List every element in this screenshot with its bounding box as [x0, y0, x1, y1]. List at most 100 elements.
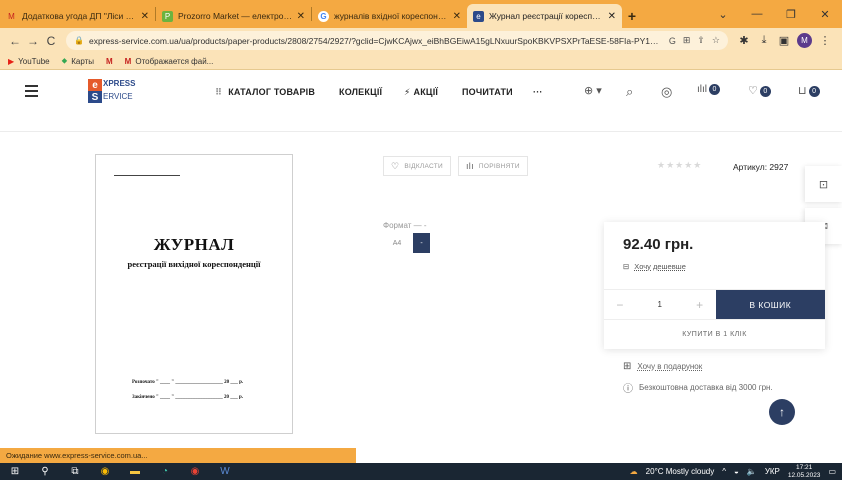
add-to-cart-button[interactable]: В КОШИК — [715, 290, 825, 319]
bookmark-label: YouTube — [18, 56, 50, 66]
close-icon[interactable]: ✕ — [453, 11, 461, 22]
url-input[interactable]: 🔒 express-service.com.ua/ua/products/pap… — [66, 31, 728, 50]
file-explorer-icon[interactable]: ▬ — [120, 463, 150, 480]
heart-icon: ♡ — [391, 160, 400, 171]
bookmark-youtube[interactable]: ▶ YouTube — [8, 57, 50, 66]
gmail-icon: M — [106, 56, 113, 66]
info-icon: ⓘ — [623, 384, 633, 395]
rating-stars[interactable]: ★★★★★ — [657, 160, 702, 171]
bookmark-gmail-file[interactable]: M Отображается фай... — [125, 57, 214, 66]
nav-catalog[interactable]: ⠿ КАТАЛОГ ТОВАРІВ — [215, 87, 315, 98]
clock[interactable]: 17:21 12.05.2023 — [788, 464, 821, 480]
nav-promo[interactable]: ⚡ АКЦІЇ — [404, 87, 438, 98]
bookmark-star-icon[interactable]: ☆ — [712, 35, 720, 46]
minimize-icon[interactable]: — — [740, 8, 774, 20]
format-option-selected[interactable]: - — [413, 233, 430, 253]
quantity-decrease-button[interactable]: − — [604, 290, 636, 319]
youtube-icon: ▶ — [8, 56, 15, 66]
translate-icon[interactable]: ⊞ — [683, 35, 691, 46]
back-icon[interactable]: ← — [6, 34, 24, 48]
browser-tab-3[interactable]: G журналів вхідної кореспонден ✕ — [312, 4, 467, 28]
cover-started-line: Розпочато " ____ " ___________________ 2… — [132, 380, 244, 385]
gift-link[interactable]: ⊞ Хочу в подарунок — [623, 361, 702, 372]
wishlist-icon[interactable]: ♡ 0 — [748, 84, 771, 97]
clock-time: 17:21 — [796, 463, 813, 471]
want-cheaper-link[interactable]: ⊟ Хочу дешевше — [623, 262, 686, 271]
window-close-icon[interactable]: ✕ — [808, 8, 842, 21]
edge-icon[interactable]: ◔ — [150, 463, 180, 480]
tab-title: Додаткова угода ДП "Ліси Укр — [22, 11, 137, 21]
hamburger-menu-icon[interactable] — [25, 85, 38, 100]
nav-catalog-label: КАТАЛОГ ТОВАРІВ — [228, 87, 316, 97]
extensions-icon[interactable]: ✱ — [734, 34, 754, 47]
window-controls: ⌄ — ❐ ✕ — [706, 0, 842, 28]
gmail-icon: M — [8, 11, 15, 21]
bookmark-gmail[interactable]: M — [106, 57, 113, 66]
cover-top-line — [114, 175, 180, 176]
browser-status-bar: Ожидание www.express-service.com.ua... — [0, 448, 356, 463]
word-icon[interactable]: W — [210, 463, 240, 480]
cart-icon[interactable]: ⊔ 0 — [798, 84, 820, 97]
close-icon[interactable]: ✕ — [141, 11, 149, 22]
globe-icon[interactable]: ⊕ ▾ — [584, 84, 602, 97]
buy-one-click-button[interactable]: КУПИТИ В 1 КЛІК — [604, 319, 825, 349]
google-lens-icon[interactable]: G — [669, 36, 676, 46]
weather-icon[interactable]: ☁ — [630, 467, 638, 476]
kebab-menu-icon[interactable]: ⋮ — [815, 34, 835, 47]
bookmark-maps[interactable]: ⬥ Карты — [62, 56, 94, 66]
nav-read[interactable]: ПОЧИТАТИ — [462, 87, 513, 97]
network-icon[interactable]: ◒ — [734, 467, 739, 476]
chat-icon[interactable]: ⊡ — [805, 166, 842, 202]
search-icon[interactable]: ⌕ — [626, 84, 633, 100]
share-icon[interactable]: ⇪ — [697, 35, 705, 46]
tray-chevron-icon[interactable]: ^ — [722, 467, 726, 476]
browser-tab-1[interactable]: M Додаткова угода ДП "Ліси Укр ✕ — [0, 4, 155, 28]
express-icon: e — [473, 10, 484, 22]
download-icon[interactable]: ⤓ — [754, 34, 774, 47]
profile-avatar[interactable]: M — [797, 33, 812, 48]
quantity-row: − 1 + В КОШИК — [604, 289, 825, 319]
browser-tab-4[interactable]: e Журнал реєстрації кореспонде ✕ — [467, 4, 622, 28]
tab-strip: M Додаткова угода ДП "Ліси Укр ✕ P Prozo… — [0, 0, 842, 28]
notifications-icon[interactable]: ▭ — [828, 467, 836, 476]
buy-box: 92.40 грн. ⊟ Хочу дешевше − 1 + В КОШИК К… — [604, 222, 825, 349]
postpone-button[interactable]: ♡ ВІДКЛАСТИ — [383, 156, 451, 176]
tab-title: Prozorro Market — електронни — [178, 11, 293, 21]
sidepanel-icon[interactable]: ▣ — [774, 34, 794, 47]
prozorro-icon: P — [162, 10, 173, 22]
wishlist-badge: 0 — [759, 85, 771, 97]
forward-icon[interactable]: → — [24, 34, 42, 48]
browser-tab-2[interactable]: P Prozorro Market — електронни ✕ — [156, 4, 311, 28]
user-icon[interactable]: ◎ — [661, 84, 672, 100]
product-image[interactable]: ЖУРНАЛ реєстрації вихідної кореспонденці… — [95, 154, 293, 434]
grid-icon: ⠿ — [215, 87, 223, 97]
restore-icon[interactable]: ❐ — [774, 8, 808, 21]
scroll-to-top-button[interactable]: ↑ — [769, 399, 795, 425]
site-logo[interactable]: e S XPRESS ERVICE — [88, 79, 158, 105]
compare-icon[interactable]: ılıl 0 — [697, 84, 720, 95]
close-icon[interactable]: ✕ — [297, 11, 305, 22]
volume-icon[interactable]: 🔈 — [747, 467, 757, 476]
quantity-increase-button[interactable]: + — [684, 290, 716, 319]
nav-collections[interactable]: КОЛЕКЦІЇ — [339, 87, 382, 97]
language-indicator[interactable]: УКР — [765, 467, 780, 476]
tab-search-icon[interactable]: ⌄ — [706, 8, 740, 21]
chrome-icon[interactable]: ◉ — [180, 463, 210, 480]
nav-more[interactable]: ··· — [533, 87, 543, 97]
lock-icon[interactable]: 🔒 — [74, 36, 84, 45]
tag-icon: ⊟ — [623, 262, 630, 271]
search-icon[interactable]: ⚲ — [30, 463, 60, 480]
gift-label: Хочу в подарунок — [637, 362, 703, 371]
task-view-icon[interactable]: ⧉ — [60, 463, 90, 480]
weather-text[interactable]: 20°C Mostly cloudy — [646, 467, 715, 476]
format-option-a4[interactable]: А4 — [383, 233, 411, 253]
quantity-input[interactable]: 1 — [636, 290, 684, 319]
maps-icon: ⬥ — [61, 56, 68, 65]
reload-icon[interactable]: C — [42, 34, 60, 48]
close-icon[interactable]: ✕ — [608, 11, 616, 22]
new-tab-button[interactable]: + — [622, 4, 642, 28]
gmail-icon: M — [124, 56, 132, 66]
windows-start-icon[interactable]: ⊞ — [0, 463, 30, 480]
compare-button[interactable]: ılı ПОРІВНЯТИ — [458, 156, 528, 176]
chrome-icon[interactable]: ◉ — [90, 463, 120, 480]
